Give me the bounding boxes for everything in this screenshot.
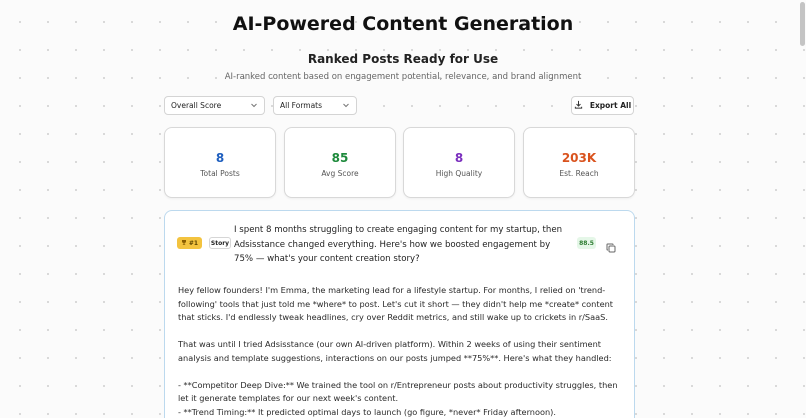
rank-value: #1 — [188, 239, 199, 247]
post-body-paragraph: That was until I tried Adsisstance (our … — [178, 339, 612, 363]
stat-label: Est. Reach — [559, 169, 599, 178]
post-body-paragraph: Hey fellow founders! I'm Emma, the marke… — [178, 285, 614, 322]
copy-icon[interactable] — [606, 238, 616, 253]
export-all-button[interactable]: Export All — [571, 96, 634, 115]
rank-badge: #1 — [177, 237, 202, 249]
post-body-paragraph: - **Trend Timing:** It predicted optimal… — [178, 406, 556, 417]
stat-label: Avg Score — [321, 169, 359, 178]
page-title: AI-Powered Content Generation — [232, 13, 574, 35]
stat-value: 8 — [215, 151, 225, 165]
stat-card-total-posts: 8 Total Posts — [164, 127, 276, 198]
chevron-down-icon — [250, 101, 258, 111]
chevron-down-icon — [342, 101, 350, 111]
post-title: I spent 8 months struggling to create en… — [234, 225, 563, 264]
post-body-paragraph: - **Competitor Deep Dive:** We trained t… — [178, 379, 618, 404]
scrollbar[interactable] — [800, 2, 805, 46]
stat-value: 203K — [561, 151, 597, 165]
stat-value: 8 — [454, 151, 464, 165]
stat-card-high-quality: 8 High Quality — [403, 127, 515, 198]
format-select[interactable]: All Formats — [273, 96, 357, 115]
sort-select-value: Overall Score — [171, 101, 222, 110]
stat-label: High Quality — [435, 169, 483, 178]
download-icon — [574, 100, 583, 111]
post-type-badge: Story — [209, 237, 231, 249]
export-all-label: Export All — [589, 101, 632, 110]
post-body: Hey fellow founders! I'm Emma, the marke… — [178, 284, 624, 418]
format-select-value: All Formats — [280, 101, 323, 110]
trophy-icon — [181, 239, 187, 247]
score-badge: 88.5 — [577, 237, 596, 249]
stat-card-avg-score: 85 Avg Score — [284, 127, 396, 198]
stat-card-est-reach: 203K Est. Reach — [523, 127, 635, 198]
section-subtitle: AI-ranked content based on engagement po… — [224, 72, 582, 82]
stat-label: Total Posts — [200, 169, 240, 178]
sort-select[interactable]: Overall Score — [164, 96, 265, 115]
stat-value: 85 — [331, 151, 349, 165]
section-title: Ranked Posts Ready for Use — [307, 52, 499, 66]
